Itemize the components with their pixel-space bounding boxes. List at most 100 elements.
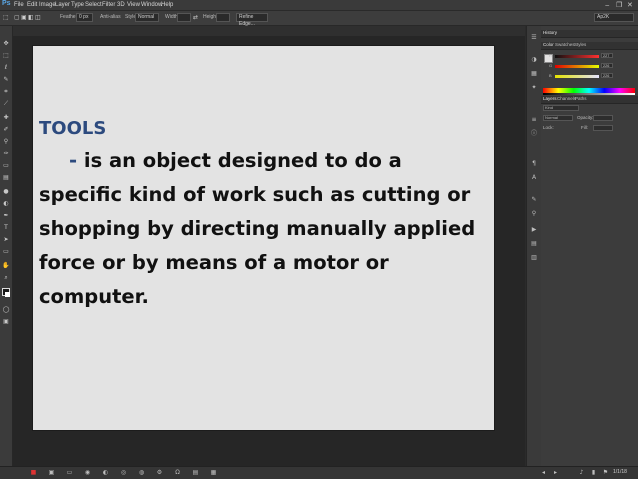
app-icon[interactable]: ■ xyxy=(30,469,37,476)
marquee-tool-icon[interactable]: ⬚ xyxy=(2,52,10,60)
red-value[interactable]: 227 xyxy=(601,53,613,58)
timeline-panel-icon[interactable]: ▤ xyxy=(530,240,538,248)
speaker-icon[interactable]: ♪ xyxy=(578,469,585,476)
gradient-tool-icon[interactable]: ▤ xyxy=(2,174,10,182)
tool-icon[interactable]: ◐ xyxy=(102,469,109,476)
menu-3d[interactable]: 3D xyxy=(117,1,125,9)
history-panel-header: History xyxy=(541,30,638,38)
flag-icon[interactable]: ⚑ xyxy=(602,469,609,476)
subtract-selection-icon[interactable]: ◧ xyxy=(28,14,35,21)
pen-tool-icon[interactable]: ✒ xyxy=(2,212,10,220)
chat-icon[interactable]: ◍ xyxy=(138,469,145,476)
info-panel-icon[interactable]: ⓘ xyxy=(530,130,538,138)
fill-input[interactable] xyxy=(593,125,613,131)
tab-layers[interactable]: Layers xyxy=(543,96,557,102)
workspace-select[interactable]: Ap2K xyxy=(594,13,634,22)
height-input[interactable] xyxy=(216,13,230,22)
swap-dimensions-icon[interactable]: ⇄ xyxy=(193,14,200,21)
clone-stamp-tool-icon[interactable]: ⚲ xyxy=(2,138,10,146)
brush-tool-icon[interactable]: ✐ xyxy=(2,126,10,134)
styles-panel-icon[interactable]: ✦ xyxy=(530,84,538,92)
intersect-selection-icon[interactable]: ◫ xyxy=(35,14,42,21)
quick-select-tool-icon[interactable]: ✎ xyxy=(2,76,10,84)
menu-layer[interactable]: Layer xyxy=(55,1,70,9)
type-tool-icon[interactable]: T xyxy=(2,224,10,232)
tab-paths[interactable]: Paths xyxy=(575,96,587,102)
new-selection-icon[interactable]: ▢ xyxy=(14,14,21,21)
adjustments-panel-icon[interactable]: ◑ xyxy=(530,56,538,64)
menu-view[interactable]: View xyxy=(127,1,140,9)
history-panel-icon[interactable]: ☰ xyxy=(530,34,538,42)
move-tool-icon[interactable]: ✥ xyxy=(2,40,10,48)
screen-mode-icon[interactable]: ▣ xyxy=(2,318,10,326)
lock-label: Lock: xyxy=(543,125,554,130)
grayscale-ramp[interactable] xyxy=(543,93,635,95)
paragraph-panel-icon[interactable]: ¶ xyxy=(530,160,538,168)
antialias-checkbox-label[interactable]: Anti-alias xyxy=(100,14,121,21)
menu-image[interactable]: Image xyxy=(39,1,56,9)
tab-history[interactable]: History xyxy=(543,30,557,36)
calendar-icon[interactable]: ▦ xyxy=(210,469,217,476)
folder-icon[interactable]: ▣ xyxy=(48,469,55,476)
character-panel-icon[interactable]: A xyxy=(530,174,538,182)
brush-panel-icon[interactable]: ✎ xyxy=(530,196,538,204)
refine-edge-button[interactable]: Refine Edge... xyxy=(236,13,268,27)
settings-icon[interactable]: ⚙ xyxy=(156,469,163,476)
tab-styles[interactable]: Styles xyxy=(574,42,586,48)
quick-mask-icon[interactable]: ◯ xyxy=(2,306,10,314)
swatch-panel-icon[interactable]: ▦ xyxy=(530,70,538,78)
notes-panel-icon[interactable]: ▥ xyxy=(530,254,538,262)
add-selection-icon[interactable]: ▣ xyxy=(21,14,28,21)
restore-icon[interactable]: ❐ xyxy=(616,1,622,9)
close-icon[interactable]: ✕ xyxy=(627,1,633,9)
crop-tool-icon[interactable]: ⌗ xyxy=(2,88,10,96)
style-select[interactable]: Normal xyxy=(135,13,159,22)
network-icon[interactable]: ▮ xyxy=(590,469,597,476)
window-icon[interactable]: ▤ xyxy=(192,469,199,476)
background-color-swatch[interactable] xyxy=(5,292,10,297)
nav-prev-icon[interactable]: ◂ xyxy=(540,469,547,476)
screen-icon[interactable]: ▭ xyxy=(66,469,73,476)
minimize-icon[interactable]: ‒ xyxy=(605,1,609,9)
document-canvas[interactable]: TOOLS - is an object designed to do a sp… xyxy=(33,46,494,430)
opacity-input[interactable] xyxy=(593,115,613,121)
link-icon[interactable]: Ω xyxy=(174,469,181,476)
layer-filter-kind[interactable]: Kind xyxy=(543,105,579,111)
blur-tool-icon[interactable]: ● xyxy=(2,188,10,196)
path-selection-tool-icon[interactable]: ➤ xyxy=(2,236,10,244)
blue-slider[interactable] xyxy=(555,75,599,78)
hand-tool-icon[interactable]: ✋ xyxy=(2,262,10,270)
menu-help[interactable]: Help xyxy=(161,1,173,9)
tab-channels[interactable]: Channels xyxy=(557,96,576,102)
green-value[interactable]: 226 xyxy=(601,63,613,68)
menu-select[interactable]: Select xyxy=(85,1,102,9)
lasso-tool-icon[interactable]: ℓ xyxy=(2,64,10,72)
red-slider[interactable] xyxy=(555,55,599,58)
actions-panel-icon[interactable]: ▶ xyxy=(530,226,538,234)
feather-input[interactable]: 0 px xyxy=(76,13,93,22)
nav-next-icon[interactable]: ▸ xyxy=(552,469,559,476)
properties-panel-icon[interactable]: ≡ xyxy=(530,116,538,124)
menu-file[interactable]: File xyxy=(14,1,24,9)
eraser-tool-icon[interactable]: ▭ xyxy=(2,162,10,170)
zoom-tool-icon[interactable]: ⌕ xyxy=(2,274,10,282)
blend-mode-select[interactable]: Normal xyxy=(543,115,573,121)
browser-icon[interactable]: ◎ xyxy=(120,469,127,476)
eyedropper-tool-icon[interactable]: ⟋ xyxy=(2,100,10,108)
menu-window[interactable]: Window xyxy=(141,1,162,9)
marquee-tool-preset-icon[interactable]: ⬚ xyxy=(3,14,10,21)
tab-swatches[interactable]: Swatches xyxy=(555,42,575,48)
shape-tool-icon[interactable]: ▭ xyxy=(2,248,10,256)
menu-filter[interactable]: Filter xyxy=(102,1,115,9)
green-slider[interactable] xyxy=(555,65,599,68)
menu-type[interactable]: Type xyxy=(71,1,84,9)
media-icon[interactable]: ◉ xyxy=(84,469,91,476)
tab-color[interactable]: Color xyxy=(543,42,554,48)
healing-brush-tool-icon[interactable]: ✚ xyxy=(2,114,10,122)
clone-source-panel-icon[interactable]: ⚲ xyxy=(530,210,538,218)
width-input[interactable] xyxy=(177,13,191,22)
blue-value[interactable]: 226 xyxy=(601,73,613,78)
dodge-tool-icon[interactable]: ◐ xyxy=(2,200,10,208)
history-brush-tool-icon[interactable]: ✑ xyxy=(2,150,10,158)
menu-edit[interactable]: Edit xyxy=(27,1,37,9)
